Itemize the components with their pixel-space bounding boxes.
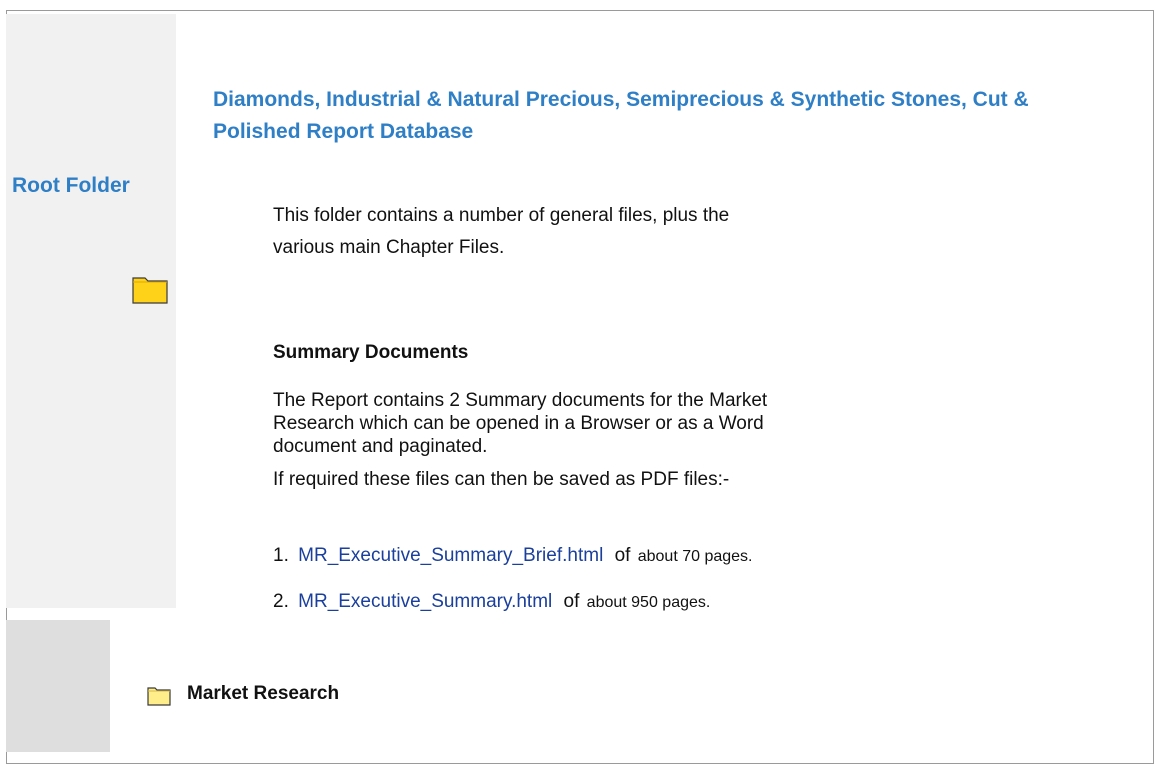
folder-icon[interactable] — [132, 274, 168, 304]
intro-text: This folder contains a number of general… — [273, 205, 730, 258]
executive-summary-brief-link[interactable]: MR_Executive_Summary_Brief.html — [298, 545, 603, 566]
list-of-text: of — [563, 591, 580, 612]
report-title: Diamonds, Industrial & Natural Precious,… — [213, 88, 1029, 143]
list-of-text: of — [614, 545, 631, 566]
market-research-label[interactable]: Market Research — [187, 683, 339, 705]
list-item: 2. MR_Executive_Summary.html of about 95… — [273, 591, 710, 613]
list-item: 1. MR_Executive_Summary_Brief.html of ab… — [273, 545, 752, 567]
list-number: 1. — [273, 545, 289, 566]
page-count: about 950 pages. — [586, 594, 711, 611]
bottom-left-panel — [6, 620, 110, 752]
root-folder-label: Root Folder — [12, 174, 130, 197]
left-panel — [6, 14, 176, 608]
pdf-save-text: If required these files can then be save… — [273, 469, 730, 490]
summary-description: The Report contains 2 Summary documents … — [273, 390, 768, 457]
folder-icon[interactable] — [147, 685, 171, 706]
list-number: 2. — [273, 591, 289, 612]
executive-summary-link[interactable]: MR_Executive_Summary.html — [298, 591, 552, 612]
summary-heading: Summary Documents — [273, 342, 469, 363]
page-count: about 70 pages. — [637, 548, 753, 565]
